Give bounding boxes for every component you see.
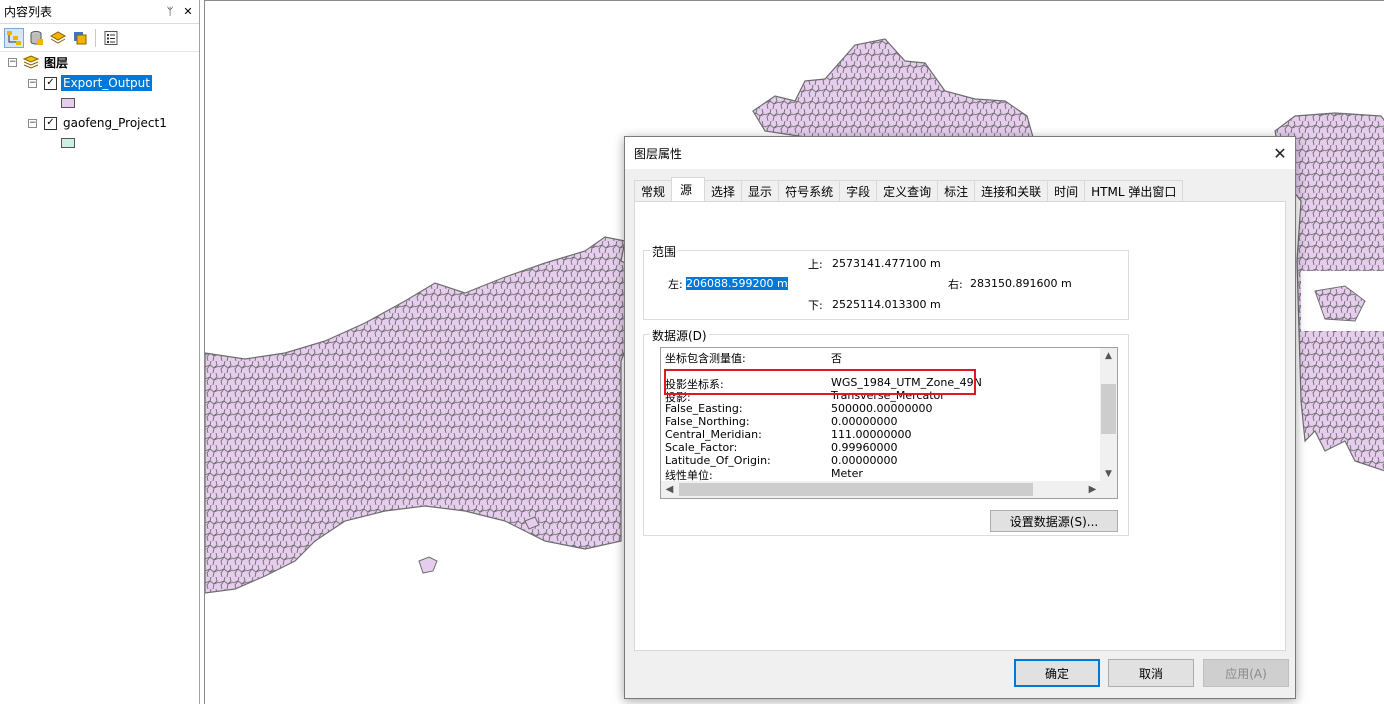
table-of-contents-pane: 内容列表 ᛘ ✕ − 图层 − ✓ Export_Output − ✓ gaof… [0,0,200,704]
toc-title: 内容列表 [4,5,53,19]
extent-group-title: 范围 [650,243,679,260]
ds-key: Latitude_Of_Origin: [665,454,771,467]
ds-key: False_Easting: [665,402,743,415]
tab-joins-relates[interactable]: 连接和关联 [974,180,1049,201]
apply-button[interactable]: 应用(A) [1203,659,1289,687]
vertical-scrollbar[interactable]: ▲ ▼ [1100,348,1117,482]
datasource-group: 数据源(D) 坐标包含测量值: 否 投影坐标系: WGS_1984_UTM_Zo… [643,327,1129,536]
datasource-group-title: 数据源(D) [650,327,709,344]
tab-fields[interactable]: 字段 [839,180,878,201]
tab-general[interactable]: 常规 [634,180,673,201]
ds-value: 0.00000000 [831,415,898,428]
ds-value: 否 [831,352,842,365]
ds-value: 500000.00000000 [831,402,933,415]
scroll-left-icon[interactable]: ◀ [661,481,678,498]
extent-bottom-value: 2525114.013300 m [832,298,941,311]
extent-top-value: 2573141.477100 m [832,257,941,270]
collapse-icon[interactable]: − [8,57,17,67]
tab-source[interactable]: 源 [671,177,706,201]
extent-bottom-label: 下: [808,299,823,312]
tab-definition-query[interactable]: 定义查询 [876,180,939,201]
scroll-down-icon[interactable]: ▼ [1100,466,1117,482]
layer-properties-dialog: 图层属性 ✕ 常规 源 选择 显示 符号系统 字段 定义查询 标注 连接和关联 … [624,136,1296,699]
list-by-drawing-order-icon[interactable] [4,27,24,48]
layer-node-gaofeng-project1[interactable]: − ✓ gaofeng_Project1 [28,114,169,132]
pin-icon[interactable]: ᛘ [163,5,177,18]
layer-symbol-swatch[interactable] [61,138,75,148]
layers-root-label: 图层 [44,55,69,70]
horizontal-scrollbar[interactable]: ◀ ▶ [661,481,1101,498]
scroll-up-icon[interactable]: ▲ [1100,348,1117,364]
cancel-button[interactable]: 取消 [1108,659,1194,687]
polygon-region-main [205,236,676,594]
toc-title-bar: 内容列表 ᛘ ✕ [0,0,199,24]
collapse-icon[interactable]: − [28,118,37,128]
close-icon[interactable]: ✕ [1265,144,1295,163]
toolbar-separator [95,28,96,47]
extent-group: 范围 上: 2573141.477100 m 左: 206088.599200 … [643,243,1129,320]
polygon-island [418,556,438,574]
collapse-icon[interactable]: − [28,78,37,88]
ds-value: 0.99960000 [831,441,898,454]
layer-name[interactable]: gaofeng_Project1 [61,115,169,131]
layers-icon [23,55,39,69]
highlight-annotation-box [664,369,976,395]
extent-top-label: 上: [808,258,823,271]
tab-strip: 常规 源 选择 显示 符号系统 字段 定义查询 标注 连接和关联 时间 HTML… [634,177,1184,201]
list-by-source-icon[interactable] [26,28,46,48]
ds-value: 0.00000000 [831,454,898,467]
ds-key: False_Northing: [665,415,750,428]
layer-symbol-swatch[interactable] [61,98,75,108]
dialog-title: 图层属性 [634,146,683,161]
tab-selection[interactable]: 选择 [704,180,743,201]
source-tab-panel: 范围 上: 2573141.477100 m 左: 206088.599200 … [634,201,1286,651]
dialog-title-bar: 图层属性 ✕ [625,137,1295,169]
horizontal-scroll-thumb[interactable] [679,483,1033,496]
options-icon[interactable] [101,28,121,48]
ds-key: Scale_Factor: [665,441,738,454]
layer-name[interactable]: Export_Output [61,75,152,91]
extent-left-value[interactable]: 206088.599200 m [686,277,788,290]
tab-html-popup[interactable]: HTML 弹出窗口 [1084,180,1184,201]
list-by-visibility-icon[interactable] [48,28,68,48]
tab-symbology[interactable]: 符号系统 [778,180,841,201]
extent-right-value: 283150.891600 m [970,277,1072,290]
scroll-right-icon[interactable]: ▶ [1084,481,1101,498]
ok-button[interactable]: 确定 [1014,659,1100,687]
close-icon[interactable]: ✕ [181,5,195,18]
ds-value: Meter [831,467,863,480]
layer-visibility-checkbox[interactable]: ✓ [44,116,57,130]
tab-display[interactable]: 显示 [741,180,780,201]
polygon-region-north [752,38,1034,138]
set-data-source-button[interactable]: 设置数据源(S)... [990,510,1118,532]
scroll-corner [1100,481,1117,498]
layer-node-export-output[interactable]: − ✓ Export_Output [28,74,152,92]
ds-key: Central_Meridian: [665,428,762,441]
ds-value: 111.00000000 [831,428,912,441]
extent-right-label: 右: [948,278,963,291]
tab-labels[interactable]: 标注 [937,180,976,201]
tab-time[interactable]: 时间 [1047,180,1086,201]
list-by-selection-icon[interactable] [70,28,90,48]
ds-key: 坐标包含测量值: [665,352,746,365]
toc-toolbar [0,24,199,52]
extent-left-label: 左: [668,278,683,291]
vertical-scroll-thumb[interactable] [1101,384,1116,434]
layer-visibility-checkbox[interactable]: ✓ [44,76,57,90]
layers-root-node[interactable]: − 图层 [8,53,70,71]
